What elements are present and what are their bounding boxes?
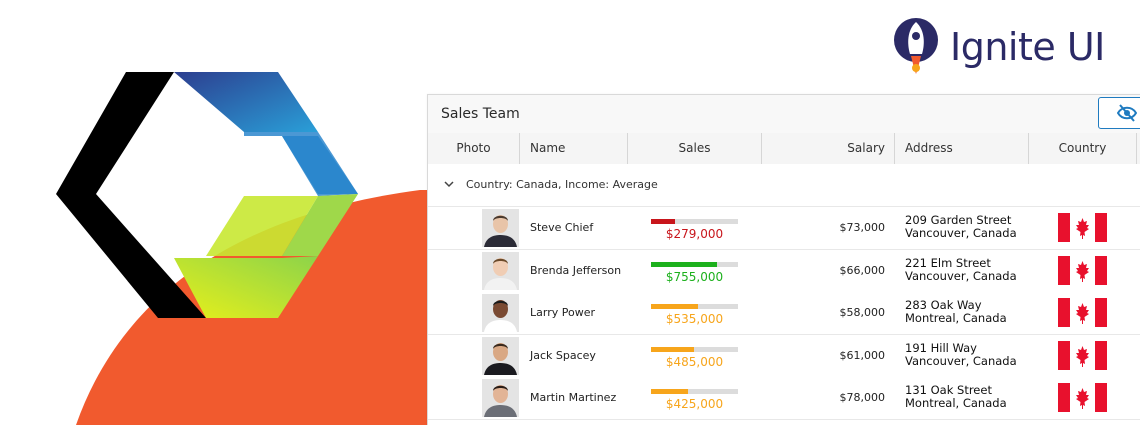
salary-value: $58,000: [839, 306, 886, 319]
sales-grid: Sales Team Photo Name Sales Salary Addre…: [427, 94, 1140, 425]
canada-flag-icon: [1058, 298, 1107, 327]
address-line1: 221 Elm Street: [905, 255, 991, 270]
stage: Ignite UI Sales Team Photo Name Sales Sa…: [0, 0, 1140, 425]
group-label: Country: Canada, Income: Average: [466, 178, 658, 191]
sales-bar-fill: [651, 304, 698, 309]
salary-value: $66,000: [839, 263, 886, 277]
sales-bar: [651, 219, 738, 224]
grid-toolbar: Sales Team: [428, 95, 1140, 134]
address-cell: 283 Oak Way Montreal, Canada: [905, 299, 1007, 325]
employee-name: Larry Power: [530, 306, 595, 319]
column-header-label: Salary: [847, 141, 885, 155]
sales-bar-fill: [651, 389, 689, 394]
employee-name: Martin Martinez: [530, 391, 617, 404]
product-name: Ignite UI: [950, 25, 1105, 69]
web-components-logo: [56, 72, 358, 318]
sales-value: $279,000: [665, 227, 724, 241]
hide-columns-button[interactable]: [1098, 97, 1140, 129]
column-header-country[interactable]: Country: [1029, 133, 1137, 164]
sales-bar: [651, 304, 738, 309]
salary-value: $78,000: [839, 391, 886, 404]
sales-bar-fill: [651, 261, 718, 267]
sales-bar: [651, 389, 738, 394]
employee-name: Jack Spacey: [530, 348, 596, 362]
column-header-photo[interactable]: Photo: [428, 133, 520, 164]
sales-bar: [651, 346, 738, 352]
table-row[interactable]: Jack Spacey $485,000 $61,000 191 Hill Way Va…: [428, 334, 1140, 378]
sales-value: $425,000: [665, 397, 724, 411]
ignite-ui-logo: Ignite UI: [892, 16, 1105, 78]
column-header-label: Country: [1058, 141, 1107, 155]
canada-flag-icon: [1058, 340, 1107, 370]
sales-bar-fill: [651, 346, 694, 352]
avatar: [482, 379, 519, 417]
address-line2: Montreal, Canada: [905, 396, 1007, 410]
column-header-label: Name: [530, 141, 566, 155]
address-line2: Vancouver, Canada: [905, 226, 1017, 240]
sales-value: $755,000: [665, 269, 724, 284]
salary-value: $61,000: [839, 348, 886, 362]
sales-value: $535,000: [665, 312, 724, 326]
column-header-row: Photo Name Sales Salary Address Country: [428, 133, 1140, 165]
column-header-salary[interactable]: Salary: [762, 133, 895, 164]
sales-value: $485,000: [665, 354, 724, 369]
salary-value: $73,000: [839, 221, 886, 234]
column-header-name[interactable]: Name: [520, 133, 628, 164]
grid-title: Sales Team: [441, 106, 520, 122]
eye-slash-icon: [1117, 104, 1137, 122]
canada-flag-icon: [1058, 255, 1107, 285]
address-cell: 131 Oak Street Montreal, Canada: [905, 384, 1007, 410]
avatar: [482, 209, 519, 247]
avatar: [482, 336, 519, 375]
address-line2: Vancouver, Canada: [905, 353, 1017, 368]
chevron-down-icon[interactable]: [443, 178, 455, 190]
column-header-sales[interactable]: Sales: [628, 133, 762, 164]
address-cell: 191 Hill Way Vancouver, Canada: [905, 340, 1017, 368]
sales-bar: [651, 261, 738, 267]
column-header-label: Sales: [678, 141, 711, 155]
table-row[interactable]: Martin Martinez $425,000 $78,000 131 Oak St…: [428, 377, 1140, 420]
sales-bar-fill: [651, 219, 676, 224]
table-row[interactable]: Larry Power $535,000 $58,000 283 Oak Way Mon…: [428, 292, 1140, 335]
canada-flag-icon: [1058, 383, 1107, 412]
column-header-label: Address: [905, 141, 953, 155]
address-line2: Vancouver, Canada: [905, 268, 1017, 283]
employee-name: Steve Chief: [530, 221, 594, 234]
avatar: [482, 294, 519, 332]
table-row[interactable]: Steve Chief $279,000 $73,000 209 Garden Str…: [428, 207, 1140, 250]
address-cell: 209 Garden Street Vancouver, Canada: [905, 214, 1017, 240]
group-row[interactable]: Country: Canada, Income: Average: [428, 164, 1140, 207]
address-line1: 191 Hill Way: [905, 340, 977, 355]
column-header-address[interactable]: Address: [895, 133, 1029, 164]
avatar: [482, 251, 519, 290]
table-row[interactable]: Brenda Jefferson $755,000 $66,000 221 Elm S…: [428, 249, 1140, 293]
address-cell: 221 Elm Street Vancouver, Canada: [905, 255, 1017, 283]
employee-name: Brenda Jefferson: [530, 263, 622, 277]
address-line2: Montreal, Canada: [905, 311, 1007, 325]
canada-flag-icon: [1058, 213, 1107, 242]
rocket-logo-icon: [894, 18, 938, 74]
column-header-label: Photo: [456, 141, 491, 155]
